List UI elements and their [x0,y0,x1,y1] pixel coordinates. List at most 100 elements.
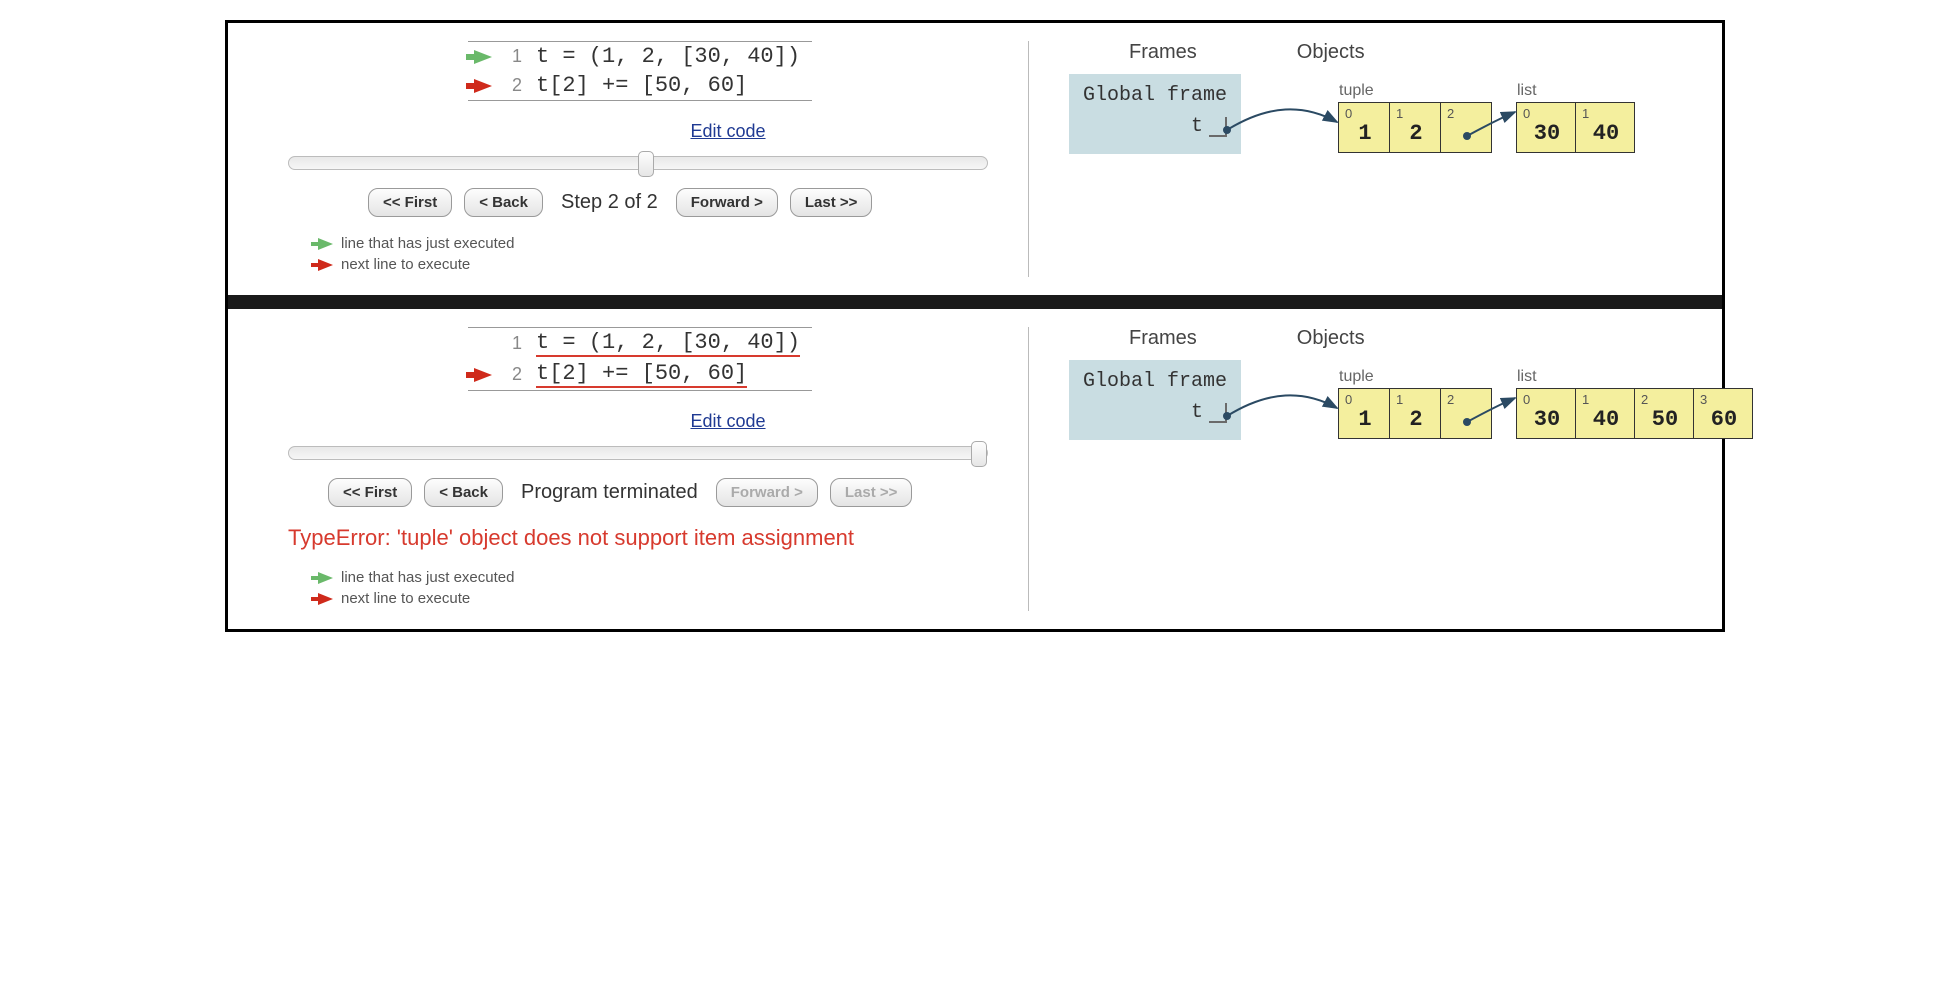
back-button[interactable]: < Back [464,188,543,217]
list-object: list 030 140 250 360 [1517,368,1753,439]
legend-text: line that has just executed [341,235,514,252]
tuple-cell: 12 [1389,388,1441,439]
left-pane: 1 t = (1, 2, [30, 40]) 2 t[2] += [50, 60… [288,41,1028,277]
code-line-1: 1 t = (1, 2, [30, 40]) [468,42,812,71]
tuple-cell: 01 [1338,102,1390,153]
tuple-cell: 12 [1389,102,1441,153]
panel-divider [228,295,1722,309]
nav-controls: << First < Back Step 2 of 2 Forward > La… [368,188,1028,217]
list-label: list [1517,82,1635,100]
list-cell: 360 [1693,388,1753,439]
red-arrow-icon [318,259,333,271]
tuple-label: tuple [1339,82,1492,100]
frames-header: Frames [1129,327,1197,350]
code-text: t[2] += [50, 60] [536,73,747,98]
executed-arrow-icon [468,50,498,64]
variable-t: t [1083,115,1227,138]
edit-code-link[interactable]: Edit code [690,121,765,141]
tuple-cell: 01 [1338,388,1390,439]
left-pane: 1 t = (1, 2, [30, 40]) 2 t[2] += [50, 60… [288,327,1028,611]
list-cells: 030 140 250 360 [1517,388,1753,439]
edit-code-link-wrap: Edit code [468,411,988,432]
back-button[interactable]: < Back [424,478,503,507]
line-number: 1 [498,46,522,67]
tuple-label: tuple [1339,368,1492,386]
green-arrow-icon [318,238,333,250]
code-line-2: 2 t[2] += [50, 60] [468,359,812,390]
global-frame: Global frame t [1069,360,1241,440]
list-cells: 030 140 [1517,102,1635,153]
objects-header: Objects [1297,41,1365,64]
code-listing: 1 t = (1, 2, [30, 40]) 2 t[2] += [50, 60… [468,41,812,101]
code-line-1: 1 t = (1, 2, [30, 40]) [468,328,812,359]
step-slider[interactable] [288,156,988,170]
step-label: Step 2 of 2 [555,191,664,214]
last-button[interactable]: Last >> [790,188,873,217]
tuple-cell: 2 [1440,388,1492,439]
variable-t: t [1083,401,1227,424]
legend-text: next line to execute [341,590,470,607]
tuple-object: tuple 01 12 2 [1339,368,1492,439]
panel-before: 1 t = (1, 2, [30, 40]) 2 t[2] += [50, 60… [228,23,1722,295]
line-number: 2 [498,75,522,96]
step-label: Program terminated [515,481,704,504]
line-number: 2 [498,364,522,385]
var-name: t [1191,115,1203,138]
last-button[interactable]: Last >> [830,478,913,507]
edit-code-link[interactable]: Edit code [690,411,765,431]
var-name: t [1191,401,1203,424]
code-text: t[2] += [50, 60] [536,361,747,388]
panel-after: 1 t = (1, 2, [30, 40]) 2 t[2] += [50, 60… [228,309,1722,629]
list-cell: 030 [1516,102,1576,153]
viz-body: Global frame t tuple 01 12 2 list [1069,360,1692,490]
forward-button[interactable]: Forward > [716,478,818,507]
viz-headers: Frames Objects [1069,327,1692,350]
nav-controls: << First < Back Program terminated Forwa… [328,478,1028,507]
legend-next: next line to execute [288,256,1028,273]
code-text: t = (1, 2, [30, 40]) [536,44,800,69]
tuple-cell: 2 [1440,102,1492,153]
line-number: 1 [498,333,522,354]
red-arrow-icon [318,593,333,605]
right-pane: Frames Objects Global frame t tuple 01 1… [1028,41,1692,277]
slider-thumb[interactable] [638,151,654,177]
legend-text: next line to execute [341,256,470,273]
first-button[interactable]: << First [368,188,452,217]
viz-body: Global frame t tuple 01 12 2 list [1069,74,1692,204]
legend-next: next line to execute [288,590,1028,607]
arrow-legend: line that has just executed next line to… [288,235,1028,273]
frames-header: Frames [1129,41,1197,64]
global-frame-label: Global frame [1083,370,1227,393]
var-ref-box [1209,403,1227,423]
list-object: list 030 140 [1517,82,1635,153]
tuple-object: tuple 01 12 2 [1339,82,1492,153]
green-arrow-icon [318,572,333,584]
tuple-cells: 01 12 2 [1339,102,1492,153]
edit-code-link-wrap: Edit code [468,121,988,142]
list-cell: 140 [1575,388,1635,439]
code-text: t = (1, 2, [30, 40]) [536,330,800,357]
code-listing: 1 t = (1, 2, [30, 40]) 2 t[2] += [50, 60… [468,327,812,391]
forward-button[interactable]: Forward > [676,188,778,217]
figure-frame: 1 t = (1, 2, [30, 40]) 2 t[2] += [50, 60… [225,20,1725,632]
next-arrow-icon [468,368,498,382]
right-pane: Frames Objects Global frame t tuple 01 1… [1028,327,1692,611]
code-line-2: 2 t[2] += [50, 60] [468,71,812,100]
slider-thumb[interactable] [971,441,987,467]
list-cell: 030 [1516,388,1576,439]
tuple-cells: 01 12 2 [1339,388,1492,439]
first-button[interactable]: << First [328,478,412,507]
arrow-legend: line that has just executed next line to… [288,569,1028,607]
step-slider[interactable] [288,446,988,460]
legend-executed: line that has just executed [288,235,1028,252]
list-label: list [1517,368,1753,386]
objects-header: Objects [1297,327,1365,350]
list-cell: 250 [1634,388,1694,439]
viz-headers: Frames Objects [1069,41,1692,64]
legend-executed: line that has just executed [288,569,1028,586]
var-ref-box [1209,117,1227,137]
next-arrow-icon [468,79,498,93]
global-frame: Global frame t [1069,74,1241,154]
error-message: TypeError: 'tuple' object does not suppo… [288,525,1028,551]
global-frame-label: Global frame [1083,84,1227,107]
